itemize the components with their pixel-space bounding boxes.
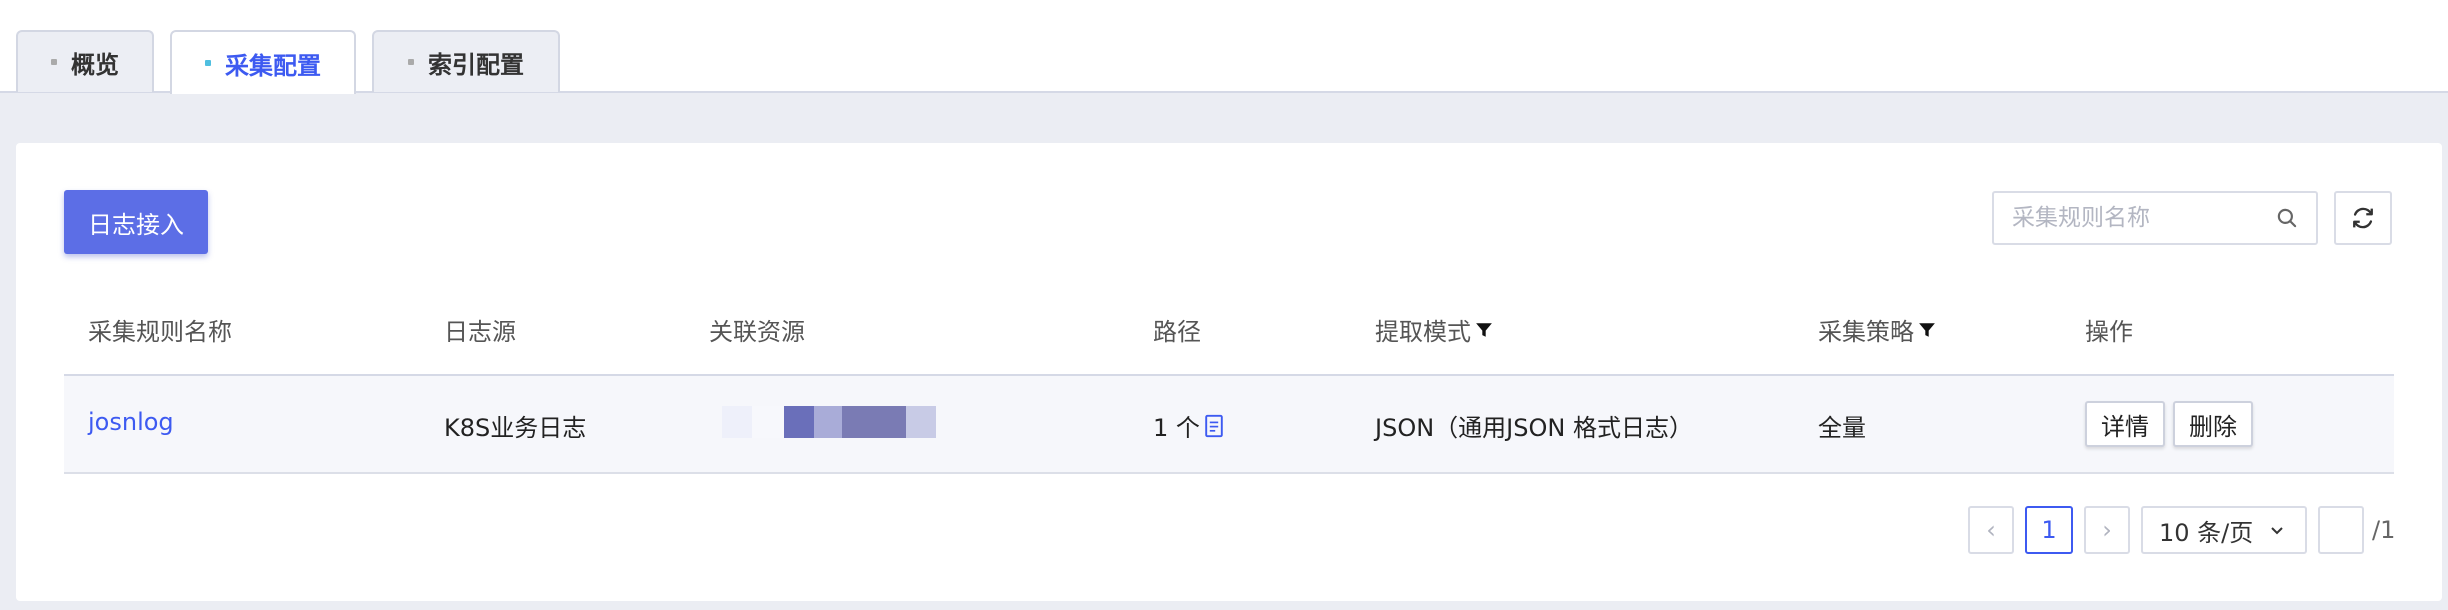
search-icon[interactable] [2274,205,2300,231]
column-header-log-source: 日志源 [444,318,516,346]
total-pages: /1 [2372,516,2396,544]
column-header-label: 提取模式 [1375,318,1471,346]
prev-page-button[interactable]: ‹ [1968,506,2014,554]
delete-button[interactable]: 删除 [2173,401,2253,447]
path-cell: 1 个 [1153,408,1224,443]
log-access-button[interactable]: 日志接入 [64,190,208,254]
page-size-label: 10 条/页 [2159,518,2254,547]
rule-name-link[interactable]: josnlog [88,408,174,436]
strategy-cell: 全量 [1818,414,1866,442]
tab-bar [0,0,2448,93]
column-header-strategy: 采集策略 [1818,312,1936,347]
filter-icon[interactable] [1918,321,1936,339]
chevron-down-icon [2271,527,2283,535]
tab-index-config[interactable]: 索引配置 [372,30,560,92]
search-input[interactable] [2010,204,2274,232]
page-jump-input[interactable] [2318,506,2364,554]
column-header-resource: 关联资源 [709,318,805,346]
extract-mode-cell: JSON（通用JSON 格式日志） [1375,414,1693,442]
page-1-button[interactable]: 1 [2025,506,2073,554]
refresh-button[interactable] [2334,191,2392,245]
tab-dot-icon [205,60,211,66]
tab-collection-config[interactable]: 采集配置 [170,30,356,94]
table-row [64,376,2394,474]
tab-dot-icon [51,59,57,65]
column-header-label: 采集策略 [1818,318,1914,346]
tab-label: 索引配置 [428,50,524,79]
page-size-select[interactable]: 10 条/页 [2141,506,2307,554]
document-icon[interactable] [1204,414,1224,438]
tab-label: 概览 [71,50,119,79]
refresh-icon [2353,207,2373,229]
log-source-cell: K8S业务日志 [444,414,587,442]
path-count: 1 个 [1153,414,1200,442]
column-header-rule-name: 采集规则名称 [88,318,232,346]
tab-dot-icon [408,59,414,65]
column-header-path: 路径 [1153,318,1201,346]
search-box[interactable] [1992,191,2318,245]
tab-label: 采集配置 [225,51,321,80]
column-header-extract-mode: 提取模式 [1375,312,1493,347]
next-page-button[interactable]: › [2084,506,2130,554]
detail-button[interactable]: 详情 [2085,401,2165,447]
column-header-actions: 操作 [2085,318,2133,346]
tab-overview[interactable]: 概览 [16,30,154,92]
filter-icon[interactable] [1475,321,1493,339]
